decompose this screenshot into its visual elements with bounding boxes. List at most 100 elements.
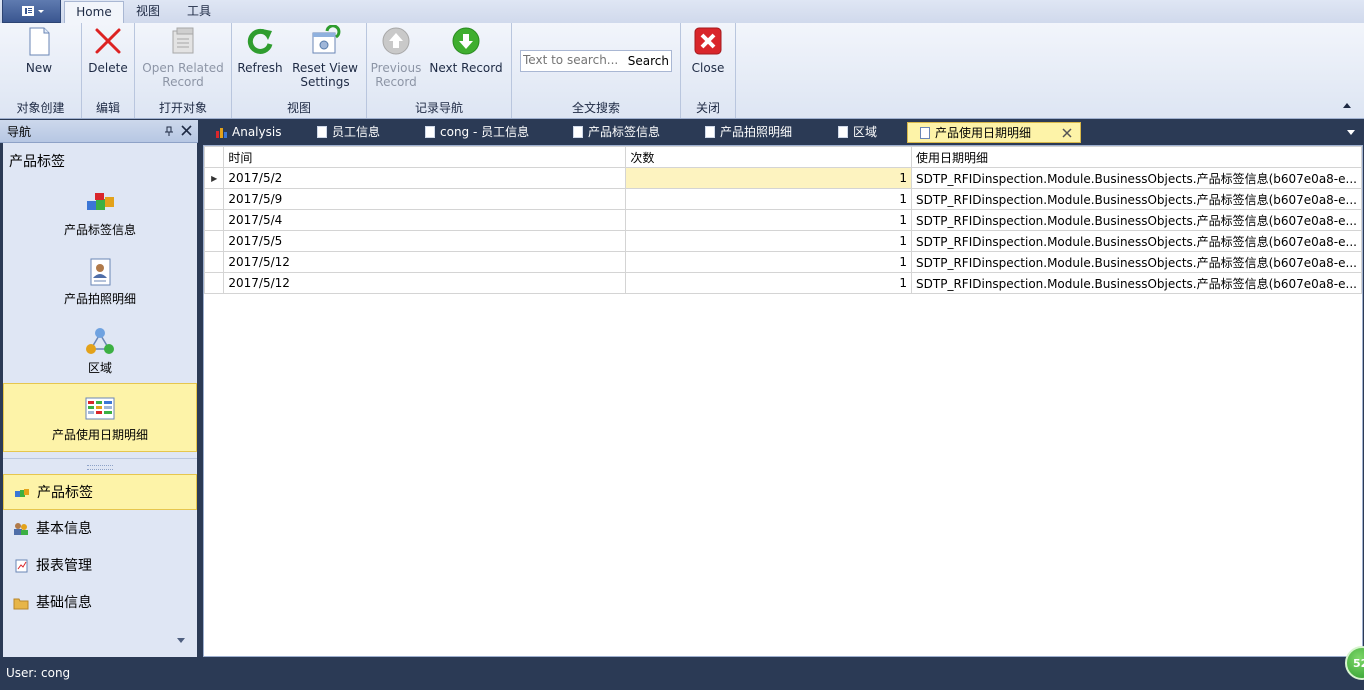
doc-tab-product-usage-date-detail[interactable]: 产品使用日期明细 <box>907 122 1081 143</box>
cell-time[interactable]: 2017/5/5 <box>223 230 627 252</box>
search-input[interactable] <box>523 52 621 68</box>
row-indicator <box>203 251 225 273</box>
nav-group-label: 报表管理 <box>36 558 92 574</box>
open-related-record-button[interactable]: Open Related Record <box>139 25 227 89</box>
nav-group-label: 基础信息 <box>36 595 92 611</box>
close-tab-icon[interactable] <box>1062 128 1072 138</box>
cell-usage-detail[interactable]: SDTP_RFIDinspection.Module.BusinessObjec… <box>911 230 1362 252</box>
tab-home[interactable]: Home <box>64 1 124 24</box>
doc-tab-product-label-info[interactable]: 产品标签信息 <box>573 122 660 143</box>
cell-usage-detail[interactable]: SDTP_RFIDinspection.Module.BusinessObjec… <box>911 272 1362 294</box>
group-view-label: 视图 <box>286 101 311 115</box>
cell-count[interactable]: 1 <box>625 272 913 294</box>
table-row[interactable]: 2017/5/4 1 SDTP_RFIDinspection.Module.Bu… <box>203 209 1362 231</box>
pin-icon[interactable] <box>164 126 174 136</box>
close-icon <box>694 27 722 55</box>
cell-usage-detail[interactable]: SDTP_RFIDinspection.Module.BusinessObjec… <box>911 167 1362 189</box>
cell-time[interactable]: 2017/5/12 <box>223 251 627 273</box>
doc-tab-product-photo-detail[interactable]: 产品拍照明细 <box>705 122 792 143</box>
badge-count: 52 <box>1353 657 1364 670</box>
group-record-navigation-label: 记录导航 <box>414 101 463 115</box>
grid-header-row: 时间 次数 使用日期明细 <box>203 146 1362 168</box>
network-icon <box>86 328 114 354</box>
previous-record-label-2: Record <box>375 75 417 89</box>
cell-count[interactable]: 1 <box>625 251 913 273</box>
doc-tab-employee-info[interactable]: 员工信息 <box>317 122 380 143</box>
next-record-button[interactable]: Next Record <box>427 25 505 75</box>
doc-tab-cong-employee-info[interactable]: cong - 员工信息 <box>425 122 529 143</box>
table-row[interactable]: ▶ 2017/5/2 1 SDTP_RFIDinspection.Module.… <box>203 167 1362 189</box>
cell-time[interactable]: 2017/5/2 <box>223 167 627 189</box>
close-pane-icon[interactable] <box>181 125 192 136</box>
navigation-header: 导航 <box>0 120 198 143</box>
analysis-chart-icon <box>216 128 227 138</box>
next-record-label: Next Record <box>429 61 503 75</box>
group-close: Close 关闭 <box>681 23 736 118</box>
new-button[interactable]: New <box>14 25 64 75</box>
delete-button[interactable]: Delete <box>84 25 132 75</box>
ribbon: New 对象创建 Delete 编辑 Open Related Record 打… <box>0 23 1364 119</box>
tab-tools[interactable]: 工具 <box>174 1 224 22</box>
search-button[interactable]: Search <box>628 52 669 70</box>
cell-usage-detail[interactable]: SDTP_RFIDinspection.Module.BusinessObjec… <box>911 209 1362 231</box>
cell-count[interactable]: 1 <box>625 188 913 210</box>
chevron-down-icon[interactable] <box>176 637 186 644</box>
row-indicator <box>203 230 225 252</box>
nav-item-product-label-info[interactable]: 产品标签信息 <box>3 179 197 246</box>
group-create-label: 对象创建 <box>16 101 65 115</box>
nav-group-product-label[interactable]: 产品标签 <box>3 474 197 510</box>
nav-group-basic-info[interactable]: 基本信息 <box>3 511 197 547</box>
nav-item-product-usage-date-detail[interactable]: 产品使用日期明细 <box>3 383 197 452</box>
column-header-usage-detail[interactable]: 使用日期明细 <box>911 146 1362 168</box>
doc-tab-analysis[interactable]: Analysis <box>215 122 281 143</box>
row-indicator-header <box>203 146 225 168</box>
column-header-time[interactable]: 时间 <box>223 146 627 168</box>
navigation-groups: 产品标签 基本信息 报表管理 基础信息 <box>3 474 197 657</box>
previous-record-button[interactable]: Previous Record <box>369 25 423 89</box>
reset-view-settings-button[interactable]: Reset View Settings <box>288 25 362 89</box>
blocks-icon <box>87 193 114 210</box>
nav-group-label: 基本信息 <box>36 521 92 537</box>
navigation-splitter[interactable] <box>3 458 197 475</box>
table-row[interactable]: 2017/5/12 1 SDTP_RFIDinspection.Module.B… <box>203 251 1362 273</box>
collapse-ribbon-icon[interactable] <box>1342 101 1352 109</box>
group-view: Refresh Reset View Settings 视图 <box>232 23 367 118</box>
app-menu-icon <box>22 6 44 16</box>
group-create: New 对象创建 <box>0 23 82 118</box>
close-button[interactable]: Close <box>685 25 731 75</box>
nav-item-label: 产品使用日期明细 <box>51 428 148 442</box>
search-box: Search <box>520 50 672 72</box>
nav-group-report-management[interactable]: 报表管理 <box>3 548 197 584</box>
cell-time[interactable]: 2017/5/12 <box>223 272 627 294</box>
doc-tab-label: Analysis <box>232 125 282 139</box>
clipboard-icon <box>705 126 715 138</box>
table-row[interactable]: 2017/5/9 1 SDTP_RFIDinspection.Module.Bu… <box>203 188 1362 210</box>
doc-tab-label: 产品标签信息 <box>588 125 661 139</box>
cell-usage-detail[interactable]: SDTP_RFIDinspection.Module.BusinessObjec… <box>911 188 1362 210</box>
arrow-down-icon <box>452 27 480 55</box>
delete-x-icon <box>95 28 121 54</box>
open-related-label-1: Open Related <box>142 61 224 75</box>
application-menu-button[interactable] <box>2 0 61 23</box>
nav-item-label: 区域 <box>87 361 112 375</box>
nav-item-region[interactable]: 区域 <box>3 317 197 384</box>
cell-count[interactable]: 1 <box>625 209 913 231</box>
group-open-label: 打开对象 <box>158 101 207 115</box>
table-row[interactable]: 2017/5/5 1 SDTP_RFIDinspection.Module.Bu… <box>203 230 1362 252</box>
tab-list-dropdown-icon[interactable] <box>1346 129 1356 136</box>
refresh-button[interactable]: Refresh <box>236 25 284 75</box>
nav-item-product-photo-detail[interactable]: 产品拍照明细 <box>3 248 197 315</box>
cell-count[interactable]: 1 <box>625 167 913 189</box>
status-user: User: cong <box>6 666 71 680</box>
report-icon <box>15 559 28 573</box>
nav-group-foundation-info[interactable]: 基础信息 <box>3 585 197 621</box>
doc-tab-region[interactable]: 区域 <box>838 122 877 143</box>
cell-usage-detail[interactable]: SDTP_RFIDinspection.Module.BusinessObjec… <box>911 251 1362 273</box>
cell-time[interactable]: 2017/5/9 <box>223 188 627 210</box>
table-row[interactable]: 2017/5/12 1 SDTP_RFIDinspection.Module.B… <box>203 272 1362 294</box>
cell-time[interactable]: 2017/5/4 <box>223 209 627 231</box>
tab-view[interactable]: 视图 <box>126 1 170 22</box>
column-header-count[interactable]: 次数 <box>625 146 913 168</box>
id-card-icon <box>90 258 111 286</box>
cell-count[interactable]: 1 <box>625 230 913 252</box>
